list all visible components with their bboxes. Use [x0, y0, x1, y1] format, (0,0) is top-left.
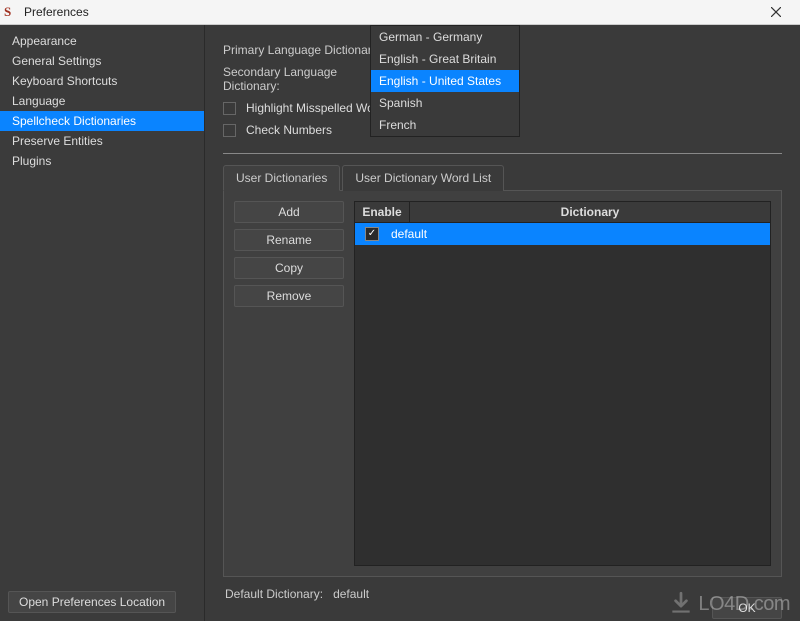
tab-user-dictionary-word-list[interactable]: User Dictionary Word List — [342, 165, 504, 191]
dictionary-buttons: Add Rename Copy Remove — [234, 201, 344, 566]
highlight-misspelled-label: Highlight Misspelled Words — [246, 101, 391, 115]
add-button[interactable]: Add — [234, 201, 344, 223]
default-dictionary-value: default — [333, 587, 369, 601]
copy-button[interactable]: Copy — [234, 257, 344, 279]
close-icon — [771, 7, 781, 17]
dropdown-item-german[interactable]: German - Germany — [371, 26, 519, 48]
primary-language-label: Primary Language Dictionary: — [223, 43, 383, 57]
sidebar-item-keyboard-shortcuts[interactable]: Keyboard Shortcuts — [0, 71, 204, 91]
sidebar: Appearance General Settings Keyboard Sho… — [0, 25, 205, 621]
language-dropdown[interactable]: German - Germany English - Great Britain… — [370, 25, 520, 137]
rename-button[interactable]: Rename — [234, 229, 344, 251]
sidebar-item-appearance[interactable]: Appearance — [0, 31, 204, 51]
sidebar-item-language[interactable]: Language — [0, 91, 204, 111]
check-numbers-label: Check Numbers — [246, 123, 332, 137]
row-dictionary-name: default — [385, 227, 770, 241]
sidebar-list: Appearance General Settings Keyboard Sho… — [0, 31, 204, 583]
titlebar: S Preferences — [0, 0, 800, 25]
dropdown-item-spanish[interactable]: Spanish — [371, 92, 519, 114]
window-title: Preferences — [24, 5, 756, 19]
sidebar-item-plugins[interactable]: Plugins — [0, 151, 204, 171]
check-numbers-checkbox[interactable] — [223, 124, 236, 137]
dropdown-item-french[interactable]: French — [371, 114, 519, 136]
tab-user-dictionaries[interactable]: User Dictionaries — [223, 165, 340, 191]
default-dictionary-label: Default Dictionary: — [225, 587, 323, 601]
dictionary-table: Enable Dictionary ✓ default — [354, 201, 771, 566]
sidebar-item-spellcheck-dictionaries[interactable]: Spellcheck Dictionaries — [0, 111, 204, 131]
close-button[interactable] — [756, 0, 796, 25]
separator — [223, 153, 782, 154]
table-row[interactable]: ✓ default — [355, 223, 770, 245]
open-preferences-location-button[interactable]: Open Preferences Location — [8, 591, 176, 613]
highlight-misspelled-checkbox[interactable] — [223, 102, 236, 115]
dropdown-item-english-us[interactable]: English - United States — [371, 70, 519, 92]
sidebar-item-general-settings[interactable]: General Settings — [0, 51, 204, 71]
sidebar-item-preserve-entities[interactable]: Preserve Entities — [0, 131, 204, 151]
remove-button[interactable]: Remove — [234, 285, 344, 307]
tab-panel: Add Rename Copy Remove Enable Dictionary… — [223, 190, 782, 577]
app-icon: S — [4, 5, 18, 19]
ok-button[interactable]: OK — [712, 597, 782, 619]
tabs: User Dictionaries User Dictionary Word L… — [223, 164, 782, 190]
secondary-language-label: Secondary Language Dictionary: — [223, 65, 383, 93]
col-header-enable[interactable]: Enable — [355, 202, 410, 222]
col-header-dictionary[interactable]: Dictionary — [410, 202, 770, 222]
dropdown-item-english-gb[interactable]: English - Great Britain — [371, 48, 519, 70]
row-enable-checkbox[interactable]: ✓ — [365, 227, 379, 241]
